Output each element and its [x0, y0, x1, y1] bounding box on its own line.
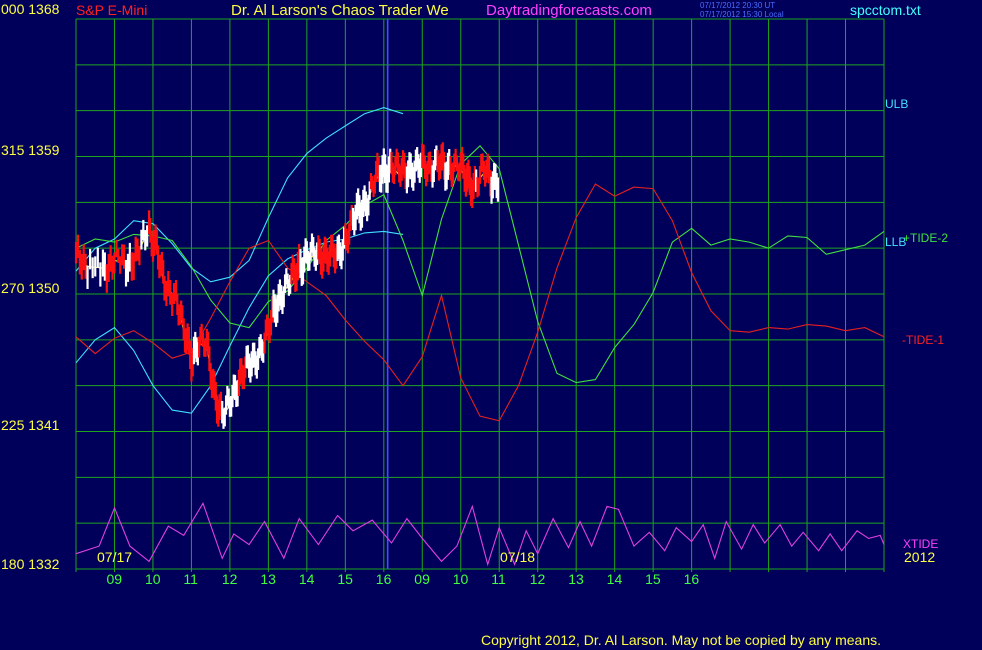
date-label-0717: 07/17	[97, 549, 133, 565]
timestamp-ut: 07/17/2012 20:30 UT	[700, 1, 776, 10]
top-left-price-label: 000 1368	[1, 1, 60, 17]
x-tick-label: 10	[144, 571, 161, 587]
x-tick-label: 09	[414, 571, 430, 587]
x-tick-label: 13	[260, 571, 276, 587]
year-label: 2012	[904, 549, 936, 565]
y-tick-label-1350: 270 1350	[1, 280, 60, 296]
x-tick-label: 14	[298, 571, 315, 587]
chart-title: Dr. Al Larson's Chaos Trader We	[231, 2, 449, 19]
x-tick-label: 12	[221, 571, 238, 587]
site-name: Daytradingforecasts.com	[486, 2, 652, 19]
date-label-0718: 07/18	[500, 549, 536, 565]
x-tick-label: 11	[183, 571, 198, 587]
x-tick-label: 13	[568, 571, 584, 587]
tide2-label: +TIDE-2	[903, 231, 949, 245]
y-tick-label-1341: 225 1341	[1, 417, 60, 433]
x-tick-label: 16	[683, 571, 700, 587]
x-tick-label: 16	[375, 571, 392, 587]
copyright-notice: Copyright 2012, Dr. Al Larson. May not b…	[481, 632, 882, 648]
x-tick-label: 14	[606, 571, 623, 587]
timestamp-local: 07/17/2012 15:30 Local	[700, 10, 784, 19]
x-tick-label: 11	[491, 571, 506, 587]
tide1-label: -TIDE-1	[902, 333, 944, 347]
symbol-title: S&P E-Mini	[76, 2, 148, 18]
x-tick-label: 09	[106, 571, 123, 587]
ulb-label: ULB	[885, 97, 909, 111]
xtide-label: XTIDE	[903, 537, 939, 551]
x-tick-label: 12	[529, 571, 546, 587]
x-tick-label: 10	[452, 571, 469, 587]
filename-label: spcctom.txt	[850, 2, 921, 18]
chaos-trader-chart	[0, 0, 982, 650]
y-tick-label-1359: 315 1359	[1, 142, 60, 158]
y-tick-label-1332: 180 1332	[1, 556, 60, 572]
x-tick-label: 15	[645, 571, 661, 587]
x-tick-label: 15	[337, 571, 353, 587]
